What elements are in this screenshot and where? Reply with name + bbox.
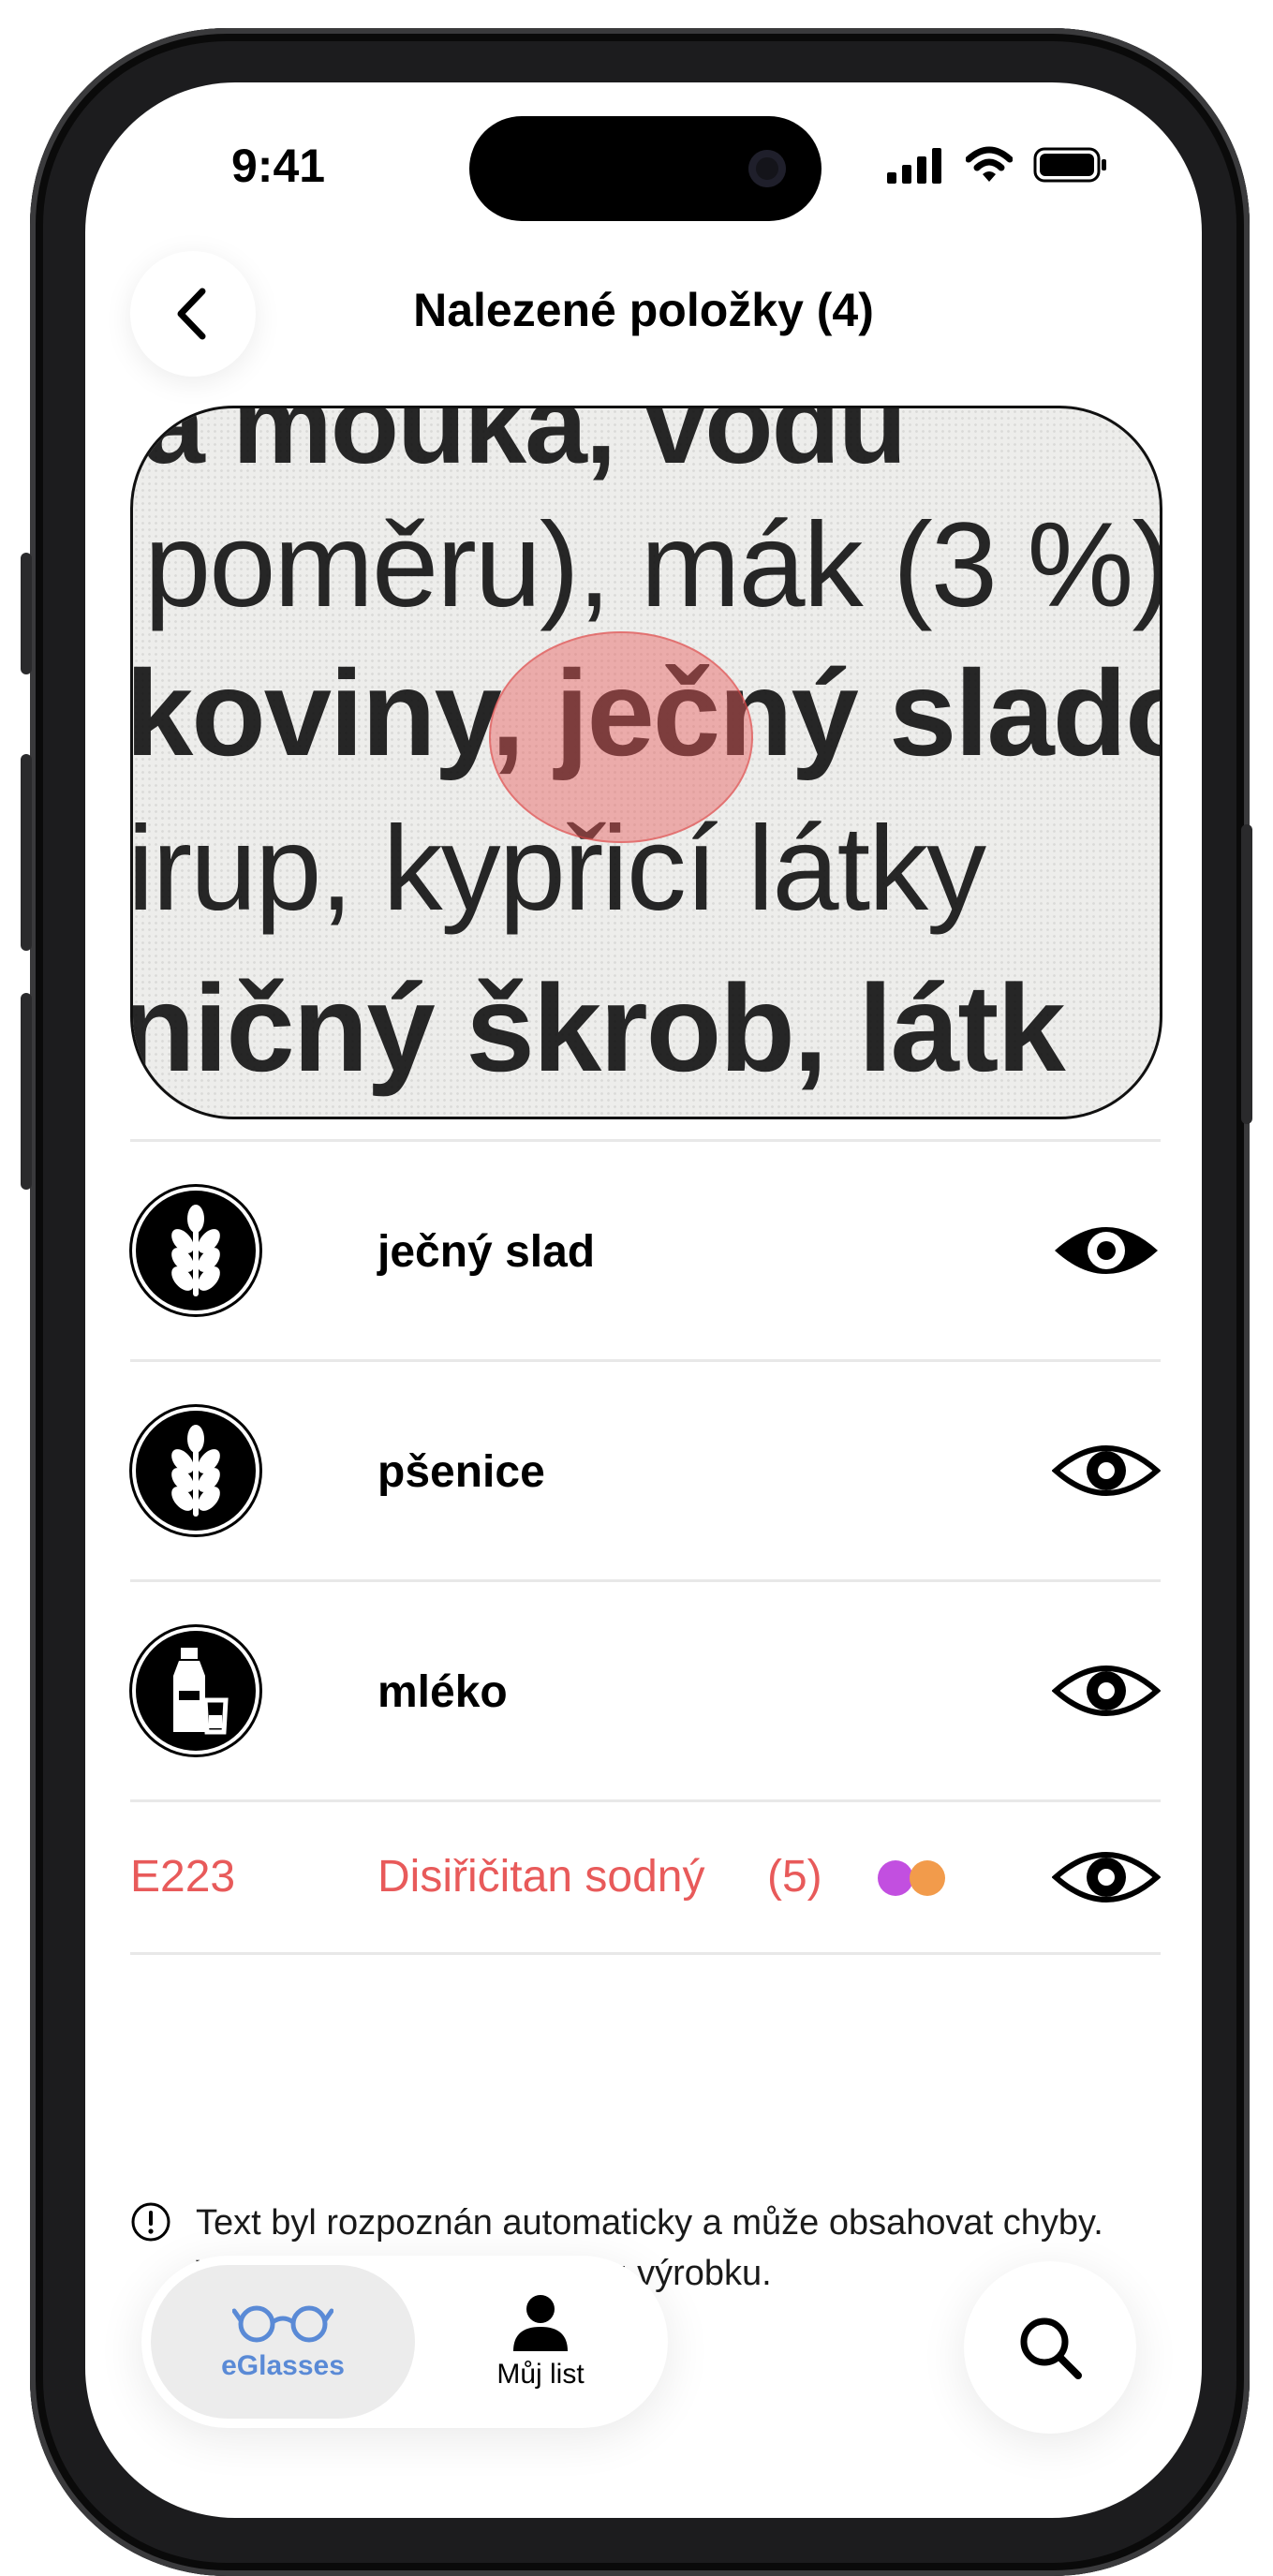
milk-bottle-icon xyxy=(136,1631,256,1751)
side-button xyxy=(21,754,32,951)
eye-icon[interactable] xyxy=(1052,1842,1161,1913)
eye-icon[interactable] xyxy=(1052,1435,1161,1506)
additive-item[interactable]: E223 Disiřičitan sodný (5) xyxy=(130,1802,1161,1952)
list-item[interactable]: ječný slad xyxy=(130,1142,1161,1359)
item-label: mléko xyxy=(377,1667,508,1717)
status-time: 9:41 xyxy=(231,140,326,192)
list-item[interactable]: mléko xyxy=(130,1582,1161,1799)
eye-icon[interactable] xyxy=(1052,1655,1161,1726)
tab-label: Můj list xyxy=(496,2359,585,2390)
tab-bar: eGlasses Můj list xyxy=(141,2256,668,2428)
side-button xyxy=(21,993,32,1190)
tab-label: eGlasses xyxy=(221,2350,345,2381)
item-label: pšenice xyxy=(377,1447,545,1497)
detected-items-list: ječný slad pšenice mléko E223 Disiřičita… xyxy=(130,1139,1161,1955)
wheat-icon xyxy=(136,1191,256,1310)
divider xyxy=(130,1952,1161,1955)
dynamic-island xyxy=(469,116,822,221)
wifi-icon xyxy=(966,146,1013,182)
additive-count: (5) xyxy=(767,1852,822,1902)
search-icon xyxy=(1020,2317,1082,2379)
item-label: ječný slad xyxy=(377,1227,596,1277)
detected-word-highlight xyxy=(489,631,753,843)
list-item[interactable]: pšenice xyxy=(130,1362,1161,1579)
tab-eglasses[interactable]: eGlasses xyxy=(151,2265,415,2419)
additive-dots xyxy=(878,1860,945,1896)
screen: 9:41 Nalezené položky (4) a mouka, vodu xyxy=(85,82,1202,2518)
tab-my-list[interactable]: Můj list xyxy=(422,2265,659,2419)
info-circle-icon xyxy=(131,2202,170,2242)
camera-icon xyxy=(748,150,786,187)
eye-icon[interactable] xyxy=(1052,1215,1161,1286)
category-dot xyxy=(910,1860,945,1896)
status-icons xyxy=(887,146,1108,184)
search-button[interactable] xyxy=(964,2261,1136,2434)
glasses-icon xyxy=(232,2305,333,2343)
additive-name: Disiřičitan sodný xyxy=(377,1852,705,1902)
additive-code: E223 xyxy=(130,1852,236,1902)
category-dot xyxy=(878,1860,913,1896)
wheat-icon xyxy=(136,1411,256,1531)
side-button xyxy=(21,553,32,674)
scanned-photo: a mouka, vodu poměru), mák (3 %) koviny,… xyxy=(130,406,1162,1119)
page-title: Nalezené položky (4) xyxy=(413,284,874,336)
person-icon xyxy=(513,2295,568,2351)
battery-icon xyxy=(1033,147,1106,183)
signal-icon xyxy=(887,148,941,184)
side-button xyxy=(1241,824,1252,1124)
